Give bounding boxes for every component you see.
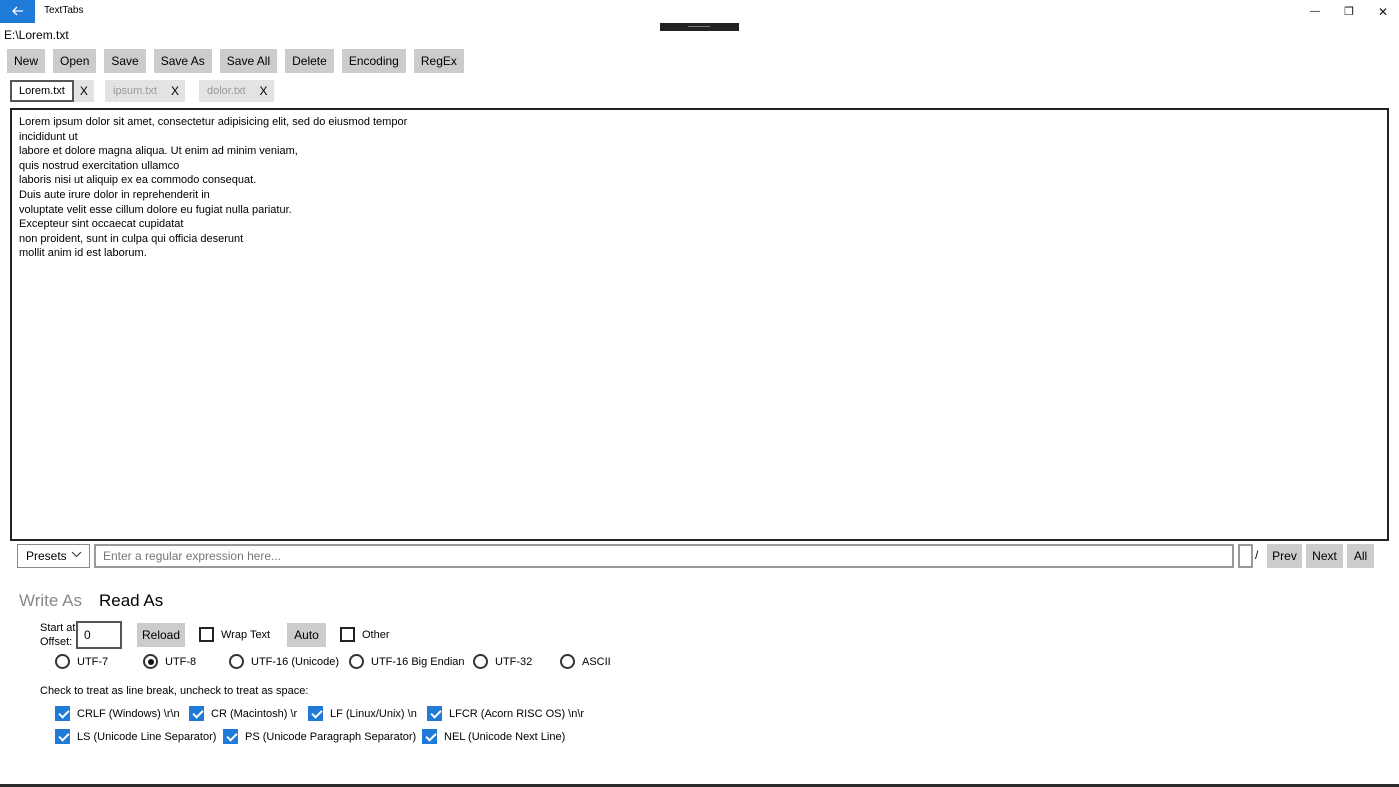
title-bar: TextTabs — ❐ ✕ [0,0,1399,23]
save-as-button[interactable]: Save As [153,49,212,73]
app-title: TextTabs [44,5,84,16]
tab-label[interactable]: Lorem.txt [10,80,74,102]
auto-button[interactable]: Auto [287,623,326,647]
pivot-header: Write As Read As [19,591,163,611]
encoding-button[interactable]: Encoding [341,49,406,73]
chevron-down-icon [71,550,82,561]
radio-circle[interactable] [473,654,488,669]
checkbox-box[interactable] [55,706,70,721]
save-all-button[interactable]: Save All [219,49,278,73]
back-button[interactable] [0,0,35,23]
tab-write-as[interactable]: Write As [19,591,82,611]
radio-label: UTF-8 [165,655,197,668]
cr-label: CR (Macintosh) \r [211,707,298,720]
all-button[interactable]: All [1347,544,1374,568]
checkbox-box[interactable] [223,729,238,744]
cr-checkbox[interactable]: CR (Macintosh) \r [189,706,297,721]
tab-dolor[interactable]: dolor.txt X [199,80,274,102]
radio-ascii[interactable]: ASCII [560,654,611,669]
delete-button[interactable]: Delete [285,49,334,73]
radio-utf16-be[interactable]: UTF-16 Big Endian [349,654,465,669]
radio-circle[interactable] [349,654,364,669]
tab-ipsum[interactable]: ipsum.txt X [105,80,186,102]
start-at-label: Start at [40,622,76,634]
tab-close-button[interactable]: X [73,80,94,102]
text-editor[interactable]: Lorem ipsum dolor sit amet, consectetur … [10,108,1389,541]
minimize-icon: — [1310,6,1320,17]
tab-lorem[interactable]: Lorem.txt X [10,80,94,102]
tab-label[interactable]: ipsum.txt [105,80,166,102]
tab-close-button[interactable]: X [165,80,186,102]
radio-label: UTF-7 [77,655,109,668]
line-break-hint: Check to treat as line break, uncheck to… [40,685,309,697]
lfcr-label: LFCR (Acorn RISC OS) \n\r [449,707,585,720]
radio-circle[interactable] [560,654,575,669]
radio-utf16[interactable]: UTF-16 (Unicode) [229,654,339,669]
arrow-left-icon [11,5,24,19]
drag-handle[interactable] [660,23,739,31]
radio-label: ASCII [582,655,611,668]
presets-dropdown[interactable]: Presets [17,544,90,568]
presets-label: Presets [26,549,67,563]
next-button[interactable]: Next [1306,544,1343,568]
offset-label: Offset: [40,636,73,648]
open-button[interactable]: Open [53,49,97,73]
radio-circle[interactable] [143,654,158,669]
crlf-checkbox[interactable]: CRLF (Windows) \r\n [55,706,180,721]
lf-checkbox[interactable]: LF (Linux/Unix) \n [308,706,417,721]
checkbox-box[interactable] [189,706,204,721]
close-icon: ✕ [1377,4,1389,19]
radio-label: UTF-16 Big Endian [371,655,465,668]
checkbox-box[interactable] [427,706,442,721]
radio-label: UTF-32 [495,655,533,668]
offset-input[interactable] [76,621,122,649]
regex-flags-input[interactable] [1238,544,1253,568]
radio-circle[interactable] [229,654,244,669]
wrap-text-label: Wrap Text [221,628,271,641]
ps-checkbox[interactable]: PS (Unicode Paragraph Separator) [223,729,416,744]
ps-label: PS (Unicode Paragraph Separator) [245,730,417,743]
tab-label[interactable]: dolor.txt [199,80,254,102]
checkbox-box[interactable] [422,729,437,744]
checkbox-box[interactable] [199,627,214,642]
tab-close-button[interactable]: X [253,80,274,102]
nel-label: NEL (Unicode Next Line) [444,730,566,743]
lf-label: LF (Linux/Unix) \n [330,707,417,720]
minimize-button[interactable]: — [1298,0,1332,23]
restore-button[interactable]: ❐ [1332,0,1366,23]
reload-button[interactable]: Reload [137,623,185,647]
checkbox-box[interactable] [55,729,70,744]
new-button[interactable]: New [7,49,46,73]
close-window-button[interactable]: ✕ [1366,0,1399,23]
regex-slash: / [1255,548,1259,562]
prev-button[interactable]: Prev [1267,544,1302,568]
crlf-label: CRLF (Windows) \r\n [77,707,180,720]
ls-checkbox[interactable]: LS (Unicode Line Separator) [55,729,216,744]
radio-label: UTF-16 (Unicode) [251,655,340,668]
restore-icon: ❐ [1344,6,1354,18]
radio-utf32[interactable]: UTF-32 [473,654,532,669]
wrap-text-checkbox[interactable]: Wrap Text [199,627,270,642]
regex-button[interactable]: RegEx [413,49,464,73]
toolbar: New Open Save Save As Save All Delete En… [7,49,464,73]
checkbox-box[interactable] [308,706,323,721]
ls-label: LS (Unicode Line Separator) [77,730,217,743]
file-path: E:\Lorem.txt [4,28,69,42]
regex-input[interactable] [94,544,1234,568]
radio-utf7[interactable]: UTF-7 [55,654,108,669]
other-label: Other [362,628,390,641]
other-checkbox[interactable]: Other [340,627,390,642]
checkbox-box[interactable] [340,627,355,642]
nel-checkbox[interactable]: NEL (Unicode Next Line) [422,729,565,744]
radio-circle[interactable] [55,654,70,669]
tab-read-as[interactable]: Read As [99,591,163,611]
lfcr-checkbox[interactable]: LFCR (Acorn RISC OS) \n\r [427,706,584,721]
save-button[interactable]: Save [104,49,146,73]
radio-utf8[interactable]: UTF-8 [143,654,196,669]
